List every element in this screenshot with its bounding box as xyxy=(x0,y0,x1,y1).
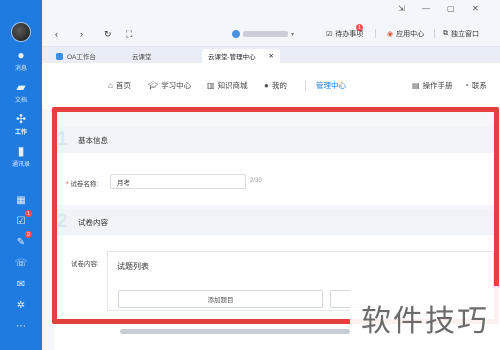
nav-knowledge-mall[interactable]: ▥ 知识商城 xyxy=(207,80,248,91)
nav-label: 管理中心 xyxy=(316,81,346,90)
contacts-icon: ▮ xyxy=(17,144,25,158)
checklist-icon[interactable]: ☑ 1 xyxy=(15,210,32,227)
rail-item-label: 通讯录 xyxy=(11,162,30,168)
standalone-label: 独立窗口 xyxy=(451,31,479,38)
nav-admin-center[interactable]: 管理中心 xyxy=(316,80,346,91)
rail-item-contacts[interactable]: ▮ 通讯录 xyxy=(0,144,42,168)
nav-mine[interactable]: ● 我的 xyxy=(264,80,287,91)
tab-oa-workbench[interactable]: OA工作台 xyxy=(50,49,102,63)
horizontal-scrollbar[interactable] xyxy=(120,329,350,334)
avatar[interactable] xyxy=(11,22,31,42)
app-center-button[interactable]: ◉ 应用中心 xyxy=(387,28,424,40)
account-selector[interactable]: ▾ xyxy=(232,28,294,40)
site-navigation: ⌂ 首页 🎓︎ 学习中心 ▥ 知识商城 ● 我的 管理中心 ▤ 操作手册 ◔ 联… xyxy=(42,63,500,109)
nav-label: 操作手册 xyxy=(422,81,453,90)
nav-manual[interactable]: ▤ 操作手册 xyxy=(412,80,453,91)
grid-icon: ✣ xyxy=(15,112,27,126)
title-bar: ⇲ — ▢ ✕ ‹ › ↻ ⛶ ▾ ☑ 待办事项 1 ◉ 应用中心 ⧉ 独立窗口 xyxy=(42,0,500,47)
nav-contact[interactable]: ◔ 联系 xyxy=(464,80,487,91)
rail-item-label: 工作 xyxy=(14,130,27,136)
minimize-icon[interactable]: — xyxy=(422,4,430,13)
folder-icon: ▰ xyxy=(16,80,26,94)
standalone-window-button[interactable]: ⧉ 独立窗口 xyxy=(443,28,479,40)
tab-label: 云课堂 xyxy=(132,54,152,61)
settings-icon[interactable]: ✲ xyxy=(15,299,27,311)
close-icon[interactable]: ✕ xyxy=(472,4,479,13)
headset-icon: ◔ xyxy=(464,81,469,90)
app-sidebar: ● 消息 ▰ 文档 ✣ 工作 ▮ 通讯录 ▦ ☑ 1 ✎ 9 ☏ ✉ ✲ ⋯ xyxy=(0,0,42,350)
nav-home[interactable]: ⌂ 首页 xyxy=(108,80,131,91)
nav-label: 我的 xyxy=(271,81,287,90)
calendar-icon[interactable]: ▦ xyxy=(15,194,27,206)
tab-cloud-class-admin[interactable]: 云课堂-管理中心 ✕ xyxy=(202,49,280,63)
rail-item-label: 消息 xyxy=(14,66,27,72)
refresh-icon[interactable]: ↻ xyxy=(104,29,112,40)
rail-bottom-tools: ▦ ☑ 1 ✎ 9 ☏ ✉ ✲ ⋯ xyxy=(0,194,42,332)
back-icon[interactable]: ‹ xyxy=(55,29,58,39)
fullscreen-icon[interactable]: ⛶ xyxy=(126,29,132,40)
maximize-icon[interactable]: ▢ xyxy=(447,4,455,13)
home-icon: ⌂ xyxy=(108,81,113,90)
nav-label: 联系 xyxy=(471,81,487,90)
tab-bar: OA工作台 云课堂 云课堂-管理中心 ✕ xyxy=(42,47,500,63)
nav-label: 知识商城 xyxy=(217,81,248,90)
nav-learning-center[interactable]: 🎓︎ 学习中心 xyxy=(148,80,191,91)
window-icon: ⧉ xyxy=(443,30,448,37)
pin-badge: 9 xyxy=(25,231,32,238)
books-icon: ▥ xyxy=(207,81,215,90)
rail-item-work[interactable]: ✣ 工作 xyxy=(0,112,42,136)
nav-label: 首页 xyxy=(115,81,131,90)
phone-icon[interactable]: ☏ xyxy=(15,257,28,269)
user-icon: ● xyxy=(264,81,269,90)
tab-label: 云课堂-管理中心 xyxy=(208,54,256,61)
graduation-icon: 🎓︎ xyxy=(148,81,159,90)
tab-label: OA工作台 xyxy=(67,54,96,61)
tab-cloud-class[interactable]: 云课堂 xyxy=(126,49,158,63)
oa-favicon xyxy=(56,52,63,60)
todo-badge: 1 xyxy=(25,210,32,217)
chat-icon: ● xyxy=(17,48,25,62)
app-center-label: 应用中心 xyxy=(396,31,425,38)
forward-icon[interactable]: › xyxy=(80,29,83,39)
manual-icon: ▤ xyxy=(412,81,420,90)
more-icon[interactable]: ⋯ xyxy=(15,320,27,332)
rail-item-messages[interactable]: ● 消息 xyxy=(0,48,42,72)
nav-label: 学习中心 xyxy=(161,81,192,90)
app-center-icon: ◉ xyxy=(387,31,394,38)
pin-icon[interactable]: ✎ 9 xyxy=(15,231,32,248)
todo-count-badge: 1 xyxy=(356,24,363,31)
mail-icon[interactable]: ✉ xyxy=(15,278,27,290)
watermark: 软件技巧 xyxy=(350,286,500,350)
rail-item-docs[interactable]: ▰ 文档 xyxy=(0,80,42,104)
account-avatar xyxy=(232,30,240,38)
account-name-blurred xyxy=(243,31,288,37)
rail-item-label: 文档 xyxy=(14,98,27,104)
close-tab-icon[interactable]: ✕ xyxy=(269,52,274,60)
pin-window-icon[interactable]: ⇲ xyxy=(398,4,405,13)
checkbox-icon: ☑ xyxy=(326,31,333,38)
watermark-text: 软件技巧 xyxy=(361,304,489,339)
chevron-down-icon: ▾ xyxy=(291,31,295,38)
todo-button[interactable]: ☑ 待办事项 1 xyxy=(326,24,363,40)
